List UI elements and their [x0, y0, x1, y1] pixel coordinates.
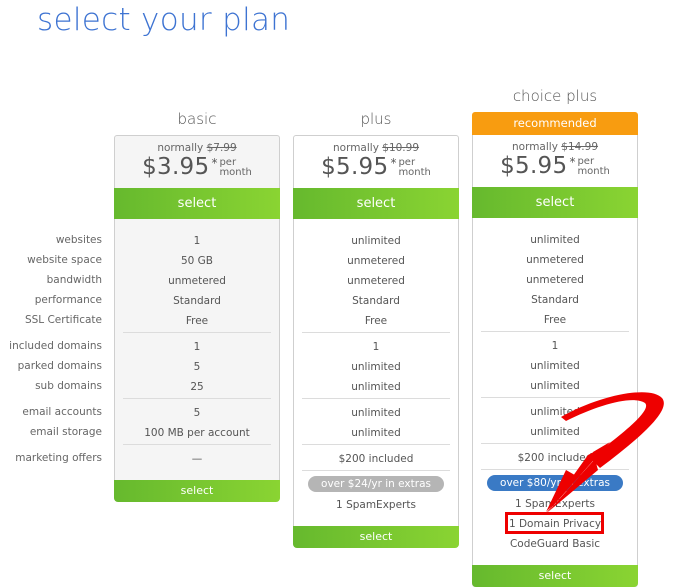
- divider: [302, 470, 450, 471]
- feature-email-accounts: unlimited: [530, 406, 580, 418]
- feature-email-storage: unlimited: [530, 426, 580, 438]
- old-price: $7.99: [206, 142, 237, 154]
- feature-included-domains: 1: [193, 341, 201, 353]
- feature-parked-domains: unlimited: [530, 360, 580, 372]
- feature-websites: unlimited: [530, 234, 580, 246]
- month-label: month: [219, 167, 252, 178]
- feature-email-storage: 100 MB per account: [144, 427, 250, 439]
- feature-email-accounts: 5: [193, 407, 201, 419]
- month-label: month: [398, 167, 431, 178]
- extra-spamexperts: 1 SpamExperts: [336, 499, 416, 511]
- plan-name-plus: plus: [360, 110, 392, 128]
- feature-included-domains: 1: [372, 341, 380, 353]
- feature-bandwidth: unmetered: [168, 275, 226, 287]
- price-asterisk: *: [569, 155, 576, 169]
- label-bandwidth: bandwidth: [46, 274, 102, 286]
- price-asterisk: *: [390, 156, 397, 170]
- price-box: normally $14.99 $5.95 * per month: [473, 135, 637, 187]
- normally-label: normally: [157, 142, 204, 154]
- feature-included-domains: 1: [551, 340, 559, 352]
- label-ssl: SSL Certificate: [24, 314, 102, 326]
- divider: [123, 332, 271, 333]
- divider: [302, 398, 450, 399]
- feature-marketing-offers: —: [191, 453, 203, 465]
- feature-sub-domains: unlimited: [530, 380, 580, 392]
- feature-sub-domains: unlimited: [351, 381, 401, 393]
- feature-website-space: 50 GB: [180, 255, 214, 267]
- feature-website-space: unmetered: [347, 255, 405, 267]
- normal-price: normally $14.99: [473, 141, 637, 153]
- feature-website-space: unmetered: [526, 254, 584, 266]
- price: $5.95: [321, 154, 389, 180]
- feature-marketing-offers: $200 included: [338, 453, 414, 465]
- page-title: select your plan: [37, 2, 291, 38]
- label-parked-domains: parked domains: [17, 360, 102, 372]
- per-month: per month: [398, 158, 430, 178]
- price-box: normally $10.99 $5.95 * per month: [294, 136, 458, 188]
- feature-ssl: Free: [185, 315, 209, 327]
- normal-price: normally $7.99: [115, 142, 279, 154]
- select-button-basic[interactable]: select: [114, 188, 280, 219]
- label-marketing-offers: marketing offers: [15, 452, 102, 464]
- divider: [481, 331, 629, 332]
- normally-label: normally: [332, 142, 379, 154]
- feature-parked-domains: 5: [193, 361, 201, 373]
- label-included-domains: included domains: [9, 340, 102, 352]
- feature-parked-domains: unlimited: [351, 361, 401, 373]
- month-label: month: [577, 166, 610, 177]
- label-email-accounts: email accounts: [22, 406, 102, 418]
- divider: [302, 332, 450, 333]
- extras-badge: over $80/yr in extras: [487, 475, 623, 491]
- old-price: $10.99: [382, 142, 420, 154]
- feature-performance: Standard: [352, 295, 400, 307]
- divider: [481, 469, 629, 470]
- select-button-plus-bottom[interactable]: select: [293, 526, 459, 548]
- normal-price: normally $10.99: [294, 142, 458, 154]
- plan-name-choice-plus: choice plus: [512, 87, 598, 105]
- select-button-basic-bottom[interactable]: select: [114, 480, 280, 502]
- feature-bandwidth: unmetered: [526, 274, 584, 286]
- normally-label: normally: [511, 141, 558, 153]
- annotation-highlight-box: [505, 512, 604, 534]
- divider: [481, 397, 629, 398]
- feature-performance: Standard: [173, 295, 221, 307]
- label-websites: websites: [55, 234, 102, 246]
- feature-sub-domains: 25: [190, 381, 204, 393]
- per-month: per month: [219, 158, 251, 178]
- price-box: normally $7.99 $3.95 * per month: [115, 136, 279, 188]
- feature-bandwidth: unmetered: [347, 275, 405, 287]
- feature-websites: 1: [193, 235, 201, 247]
- recommended-ribbon: recommended: [472, 112, 638, 135]
- feature-marketing-offers: $200 included: [517, 452, 593, 464]
- divider: [123, 398, 271, 399]
- price: $5.95: [500, 153, 568, 179]
- label-sub-domains: sub domains: [35, 380, 102, 392]
- divider: [481, 443, 629, 444]
- extra-spamexperts: 1 SpamExperts: [515, 498, 595, 510]
- per-month: per month: [577, 157, 609, 177]
- divider: [302, 444, 450, 445]
- feature-ssl: Free: [543, 314, 567, 326]
- price-asterisk: *: [211, 156, 218, 170]
- label-website-space: website space: [27, 254, 102, 266]
- price: $3.95: [142, 154, 210, 180]
- feature-email-storage: unlimited: [351, 427, 401, 439]
- plan-name-basic: basic: [177, 110, 217, 128]
- select-button-plus[interactable]: select: [293, 188, 459, 219]
- feature-websites: unlimited: [351, 235, 401, 247]
- extras-badge: over $24/yr in extras: [308, 476, 444, 492]
- feature-performance: Standard: [531, 294, 579, 306]
- old-price: $14.99: [561, 141, 599, 153]
- select-button-choice-plus[interactable]: select: [472, 187, 638, 218]
- feature-email-accounts: unlimited: [351, 407, 401, 419]
- divider: [123, 444, 271, 445]
- select-button-choice-plus-bottom[interactable]: select: [472, 565, 638, 587]
- plan-card-plus: normally $10.99 $5.95 * per month select …: [293, 135, 459, 548]
- label-email-storage: email storage: [29, 426, 102, 438]
- extra-codeguard: CodeGuard Basic: [509, 538, 601, 550]
- label-performance: performance: [34, 294, 102, 306]
- plan-card-basic: normally $7.99 $3.95 * per month select 1…: [114, 135, 280, 502]
- feature-ssl: Free: [364, 315, 388, 327]
